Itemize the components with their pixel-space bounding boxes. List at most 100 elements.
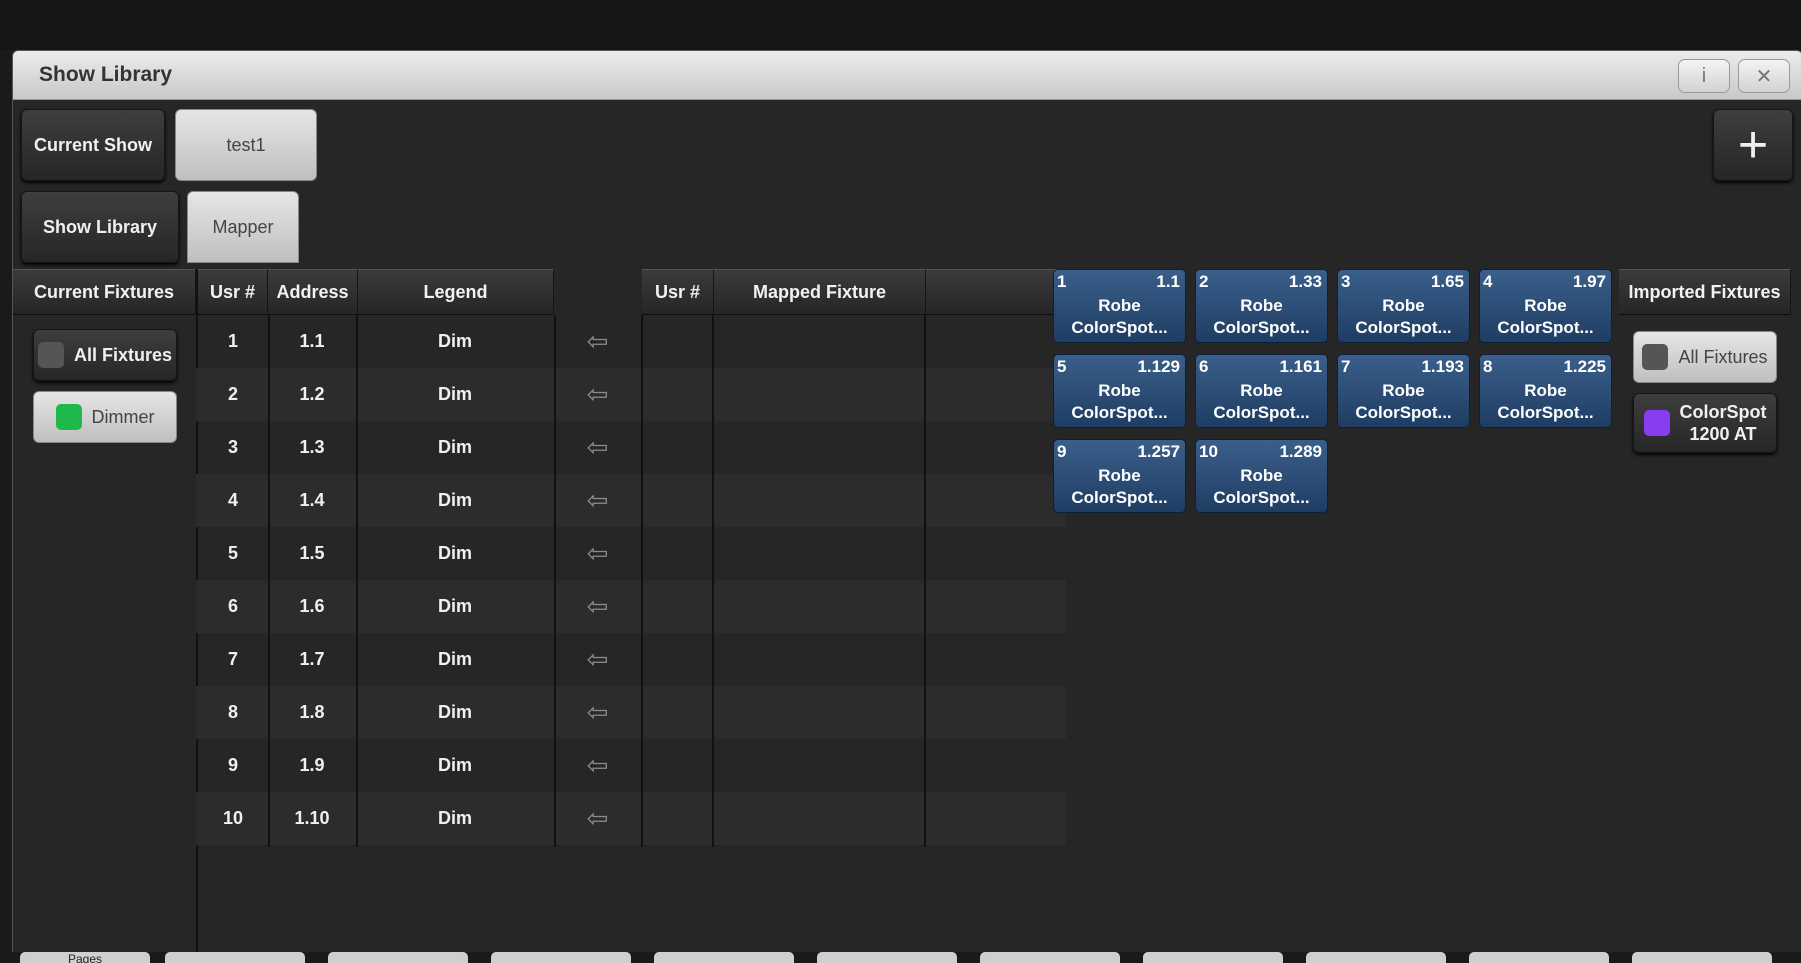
current-fixtures-header: Current Fixtures [13, 269, 196, 315]
tile-number: 5 [1057, 357, 1067, 376]
table-row[interactable]: 1 1.1 Dim ⇦ [196, 315, 1066, 368]
tile-fixture-name: Robe ColorSpot... [1213, 296, 1310, 337]
table-row[interactable]: 8 1.8 Dim ⇦ [196, 686, 1066, 739]
address-cell: 1.1 [299, 331, 325, 351]
table-row[interactable]: 4 1.4 Dim ⇦ [196, 474, 1066, 527]
bottom-tab[interactable] [980, 952, 1120, 963]
imported-fixture-tile[interactable]: 10 1.289 Robe ColorSpot... [1195, 439, 1328, 513]
button-label: ColorSpot 1200 AT [1679, 402, 1767, 444]
column-divider [641, 315, 643, 847]
imported-fixture-tile[interactable]: 6 1.161 Robe ColorSpot... [1195, 354, 1328, 428]
bottom-tab[interactable] [328, 952, 468, 963]
address-cell: 1.10 [294, 808, 330, 828]
legend-cell: Dim [437, 543, 472, 563]
close-button[interactable]: ✕ [1738, 59, 1790, 93]
map-arrow-icon[interactable]: ⇦ [554, 580, 641, 633]
imported-fixtures-header: Imported Fixtures [1619, 269, 1791, 315]
map-arrow-icon[interactable]: ⇦ [554, 368, 641, 421]
tile-fixture-name: Robe ColorSpot... [1213, 381, 1310, 422]
dimmer-button[interactable]: Dimmer [33, 391, 177, 443]
map-arrow-icon[interactable]: ⇦ [554, 792, 641, 845]
fixture-swatch [37, 342, 64, 368]
imported-fixture-tile[interactable]: 2 1.33 Robe ColorSpot... [1195, 269, 1328, 343]
bottom-tab[interactable] [165, 952, 305, 963]
fixture-swatch [1642, 344, 1669, 370]
imported-fixture-tile[interactable]: 4 1.97 Robe ColorSpot... [1479, 269, 1612, 343]
imported-fixture-tile[interactable]: 9 1.257 Robe ColorSpot... [1053, 439, 1186, 513]
column-divider [268, 315, 270, 847]
button-label: All Fixtures [73, 344, 173, 365]
imported-fixture-tile[interactable]: 7 1.193 Robe ColorSpot... [1337, 354, 1470, 428]
map-arrow-icon[interactable]: ⇦ [554, 315, 641, 368]
tile-address: 1.161 [1279, 357, 1322, 376]
tile-address: 1.193 [1421, 357, 1464, 376]
table-row[interactable]: 3 1.3 Dim ⇦ [196, 421, 1066, 474]
legend-cell: Dim [437, 437, 472, 457]
tile-number: 4 [1483, 272, 1493, 291]
table-row[interactable]: 10 1.10 Dim ⇦ [196, 792, 1066, 845]
column-divider [356, 315, 358, 847]
bottom-tab[interactable] [491, 952, 631, 963]
info-button[interactable]: i [1678, 59, 1730, 93]
legend-column-header: Legend [358, 269, 554, 315]
tile-address: 1.97 [1572, 272, 1606, 291]
bottom-tab[interactable] [1306, 952, 1446, 963]
mapped-fixture-column-header: Mapped Fixture [714, 269, 926, 315]
table-row[interactable]: 5 1.5 Dim ⇦ [196, 527, 1066, 580]
map-arrow-icon[interactable]: ⇦ [554, 686, 641, 739]
bottom-tab[interactable] [817, 952, 957, 963]
map-arrow-icon[interactable]: ⇦ [554, 527, 641, 580]
colorspot-filter-button[interactable]: ColorSpot 1200 AT [1633, 393, 1777, 453]
address-cell: 1.2 [299, 384, 325, 404]
address-cell: 1.8 [299, 702, 325, 722]
tile-number: 1 [1057, 272, 1067, 291]
tile-number: 8 [1483, 357, 1493, 376]
mapped-usr-column-header: Usr # [642, 269, 714, 315]
bottom-tab[interactable] [654, 952, 794, 963]
tab-mapper[interactable]: Mapper [187, 191, 299, 263]
imported-fixture-tile[interactable]: 1 1.1 Robe ColorSpot... [1053, 269, 1186, 343]
usr-cell: 10 [222, 808, 244, 828]
tile-number: 10 [1199, 442, 1218, 461]
mapped-extra-column-header [926, 269, 1066, 315]
map-arrow-icon[interactable]: ⇦ [554, 633, 641, 686]
legend-cell: Dim [437, 755, 472, 775]
imported-fixture-tile[interactable]: 5 1.129 Robe ColorSpot... [1053, 354, 1186, 428]
table-row[interactable]: 6 1.6 Dim ⇦ [196, 580, 1066, 633]
legend-cell: Dim [437, 331, 472, 351]
map-arrow-icon[interactable]: ⇦ [554, 739, 641, 792]
address-cell: 1.7 [299, 649, 325, 669]
bottom-tab[interactable] [1143, 952, 1283, 963]
current-fixtures-panel: Current Fixtures All Fixtures Dimmer [13, 269, 198, 953]
bottom-tab[interactable] [1469, 952, 1609, 963]
usr-cell: 5 [227, 543, 238, 563]
add-button[interactable]: + [1713, 109, 1793, 181]
current-show-value[interactable]: test1 [175, 109, 317, 181]
imported-fixture-tile[interactable]: 3 1.65 Robe ColorSpot... [1337, 269, 1470, 343]
usr-cell: 4 [227, 490, 238, 510]
address-cell: 1.5 [299, 543, 325, 563]
tile-number: 7 [1341, 357, 1351, 376]
address-cell: 1.6 [299, 596, 325, 616]
tab-show-library[interactable]: Show Library [21, 191, 179, 263]
table-row[interactable]: 2 1.2 Dim ⇦ [196, 368, 1066, 421]
current-all-fixtures-button[interactable]: All Fixtures [33, 329, 177, 381]
window-title: Show Library [39, 63, 173, 86]
usr-cell: 8 [227, 702, 238, 722]
tile-address: 1.33 [1288, 272, 1322, 291]
button-label: Dimmer [91, 406, 155, 427]
map-arrow-icon[interactable]: ⇦ [554, 474, 641, 527]
table-row[interactable]: 7 1.7 Dim ⇦ [196, 633, 1066, 686]
map-arrow-icon[interactable]: ⇦ [554, 421, 641, 474]
imported-fixture-tile[interactable]: 8 1.225 Robe ColorSpot... [1479, 354, 1612, 428]
legend-cell: Dim [437, 596, 472, 616]
imported-all-fixtures-button[interactable]: All Fixtures [1633, 331, 1777, 383]
pages-tab[interactable]: Pages [20, 952, 150, 963]
address-cell: 1.4 [299, 490, 325, 510]
legend-cell: Dim [437, 490, 472, 510]
legend-cell: Dim [437, 702, 472, 722]
current-show-label: Current Show [21, 109, 165, 181]
table-row[interactable]: 9 1.9 Dim ⇦ [196, 739, 1066, 792]
bottom-tab[interactable] [1632, 952, 1772, 963]
address-column-header: Address [268, 269, 358, 315]
